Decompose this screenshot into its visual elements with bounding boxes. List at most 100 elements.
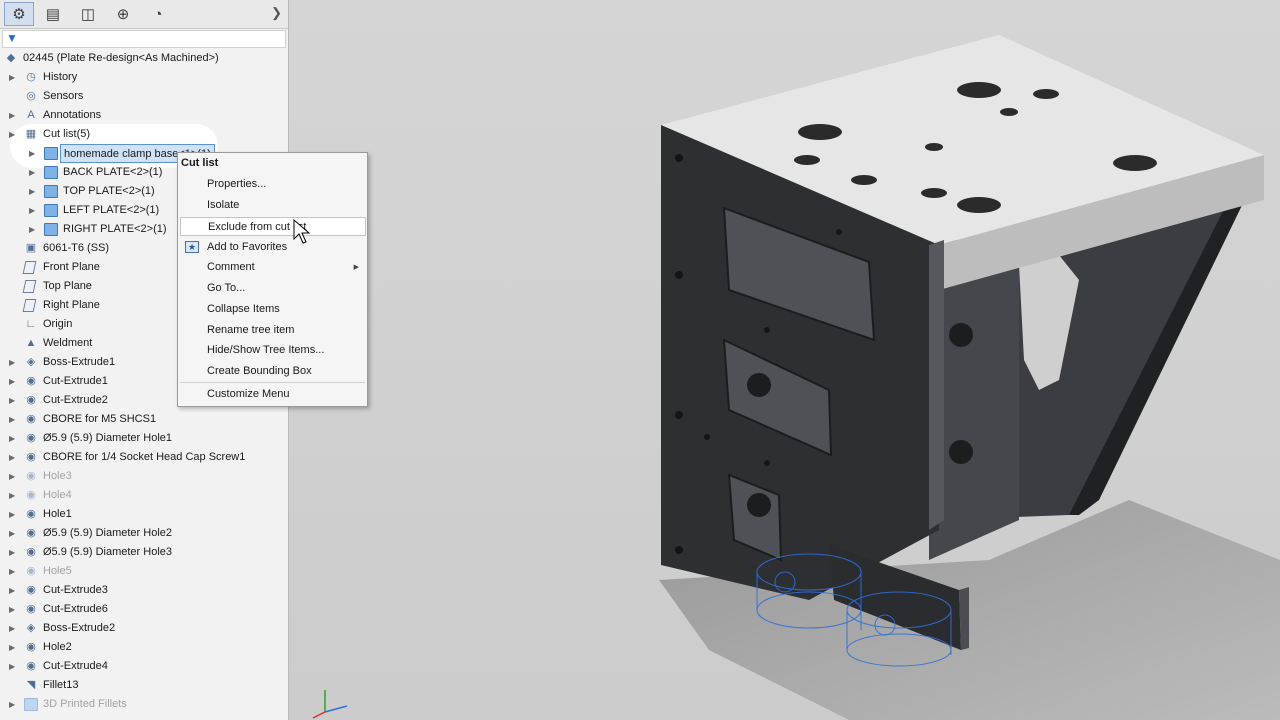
expand-arrow-icon[interactable]: ▶ <box>9 68 17 87</box>
tree-item[interactable]: ▶ ◉ Cut-Extrude3 <box>0 581 288 600</box>
expand-arrow-icon[interactable]: ▶ <box>9 467 17 486</box>
expand-arrow-icon[interactable]: ▶ <box>9 410 17 429</box>
menu-hide-show-tree-items[interactable]: Hide/Show Tree Items... <box>180 341 366 360</box>
menu-collapse-items[interactable]: Collapse Items <box>180 300 366 319</box>
tree-item-label: CBORE for 1/4 Socket Head Cap Screw1 <box>43 451 246 463</box>
expand-arrow-icon[interactable]: ▶ <box>9 600 17 619</box>
folder-icon <box>24 698 38 711</box>
tree-item-label: Cut-Extrude3 <box>43 584 108 596</box>
expand-arrow-icon[interactable]: ▶ <box>9 638 17 657</box>
history-icon: ◷ <box>26 71 36 83</box>
expand-arrow-icon[interactable]: ▶ <box>9 125 17 144</box>
side-hole <box>949 440 973 464</box>
menu-rename-tree-item[interactable]: Rename tree item <box>180 321 366 340</box>
chevron-right-icon[interactable]: ❯ <box>271 5 282 21</box>
menu-item-label: Customize Menu <box>207 388 290 400</box>
expand-arrow-icon[interactable]: ▶ <box>29 182 37 201</box>
menu-comment[interactable]: Comment ▶ <box>180 258 366 277</box>
tree-item[interactable]: ▶ ◉ Cut-Extrude4 <box>0 657 288 676</box>
menu-properties[interactable]: Properties... <box>180 175 366 194</box>
tree-item[interactable]: ▶ ◉ Ø5.9 (5.9) Diameter Hole3 <box>0 543 288 562</box>
expand-arrow-icon[interactable]: ▶ <box>9 543 17 562</box>
expand-arrow-icon[interactable]: ▶ <box>29 220 37 239</box>
extrude-icon: ◈ <box>26 356 36 368</box>
expand-arrow-icon[interactable]: ▶ <box>29 144 37 163</box>
top-hole <box>921 188 947 198</box>
expand-arrow-icon[interactable]: ▶ <box>9 505 17 524</box>
expand-arrow-icon[interactable]: ▶ <box>9 619 17 638</box>
tree-item[interactable]: ▶ ▦ Cut list(5) <box>0 125 288 144</box>
expand-arrow-icon[interactable]: ▶ <box>9 353 17 372</box>
cut-extrude-icon: ◉ <box>26 394 36 406</box>
expand-arrow-icon[interactable]: ▶ <box>9 429 17 448</box>
tree-item[interactable]: ▶ ◉ Hole5 <box>0 562 288 581</box>
menu-create-bounding-box[interactable]: Create Bounding Box <box>180 362 366 381</box>
tree-item[interactable]: ▶ ◉ Hole2 <box>0 638 288 657</box>
tree-item[interactable]: ▶ ◉ Hole3 <box>0 467 288 486</box>
sensor-icon: ◎ <box>26 90 36 102</box>
part-model[interactable] <box>289 0 1280 720</box>
tree-filter-input[interactable]: ▼ <box>2 30 286 48</box>
expand-arrow-icon[interactable]: ▶ <box>9 562 17 581</box>
tree-item-label: Boss-Extrude2 <box>43 622 116 634</box>
tree-item[interactable]: ▶ ◉ Ø5.9 (5.9) Diameter Hole1 <box>0 429 288 448</box>
cut-extrude-icon: ◉ <box>26 660 36 672</box>
tree-item-label: Cut-Extrude1 <box>43 375 108 387</box>
menu-go-to[interactable]: Go To... <box>180 279 366 298</box>
expand-arrow-icon[interactable]: ▶ <box>9 391 17 410</box>
tree-item-label: RIGHT PLATE<2>(1) <box>63 223 167 235</box>
menu-add-to-favorites[interactable]: ★ Add to Favorites <box>180 238 366 257</box>
property-manager-icon[interactable]: ▤ <box>38 2 68 26</box>
feature-manager-icon[interactable]: ⚙ <box>4 2 34 26</box>
tree-item[interactable]: ◎ Sensors <box>0 87 288 106</box>
small-hole <box>704 434 710 440</box>
tree-root[interactable]: ◆ 02445 (Plate Re-design<As Machined>) <box>0 49 288 68</box>
plane-icon <box>22 261 37 274</box>
graphics-viewport[interactable] <box>289 0 1280 720</box>
expand-arrow-icon[interactable]: ▶ <box>9 372 17 391</box>
tree-item[interactable]: ▶ ◉ CBORE for M5 SHCS1 <box>0 410 288 429</box>
menu-item-label: Comment <box>207 261 255 273</box>
tree-item-label: LEFT PLATE<2>(1) <box>63 204 160 216</box>
tree-item[interactable]: ▶ A Annotations <box>0 106 288 125</box>
top-hole <box>957 197 1001 213</box>
menu-exclude-from-cut-list[interactable]: Exclude from cut list <box>180 217 366 236</box>
expand-arrow-icon[interactable]: ▶ <box>9 524 17 543</box>
expand-arrow-icon[interactable]: ▶ <box>9 657 17 676</box>
dimxpert-icon[interactable]: ⊕ <box>108 2 138 26</box>
tree-item[interactable]: ▶ ◉ Hole1 <box>0 505 288 524</box>
tree-item-label: Ø5.9 (5.9) Diameter Hole1 <box>43 432 172 444</box>
configuration-manager-icon[interactable]: ◫ <box>73 2 103 26</box>
small-hole <box>675 271 683 279</box>
tree-item[interactable]: ▶ ◷ History <box>0 68 288 87</box>
menu-customize-menu[interactable]: Customize Menu <box>180 385 366 404</box>
tree-item[interactable]: ▶ ◉ Ø5.9 (5.9) Diameter Hole2 <box>0 524 288 543</box>
tree-item-label: Hole2 <box>43 641 72 653</box>
tree-item[interactable]: ▶ ◉ Hole4 <box>0 486 288 505</box>
menu-item-label: Properties... <box>207 178 267 190</box>
front-plate-edge <box>929 240 944 530</box>
tree-item[interactable]: ▶ 3D Printed Fillets <box>0 695 288 714</box>
tree-item[interactable]: ▶ ◈ Boss-Extrude2 <box>0 619 288 638</box>
display-manager-icon[interactable]: ◔ <box>143 2 173 26</box>
menu-separator <box>180 382 365 383</box>
folder-icon <box>44 166 58 179</box>
tree-item-label: Fillet13 <box>43 679 79 691</box>
tree-item[interactable]: ▶ ◉ Cut-Extrude6 <box>0 600 288 619</box>
hole-icon: ◉ <box>26 470 36 482</box>
expand-arrow-icon[interactable]: ▶ <box>9 106 17 125</box>
expand-arrow-icon[interactable]: ▶ <box>29 201 37 220</box>
expand-arrow-icon[interactable]: ▶ <box>9 448 17 467</box>
expand-arrow-icon[interactable]: ▶ <box>9 695 17 714</box>
expand-arrow-icon[interactable]: ▶ <box>9 581 17 600</box>
expand-arrow-icon[interactable]: ▶ <box>29 163 37 182</box>
expand-arrow-icon[interactable]: ▶ <box>9 486 17 505</box>
tree-item-label: Sensors <box>43 90 84 102</box>
tree-item-label: Hole5 <box>43 565 72 577</box>
tree-item[interactable]: ▶ ◉ CBORE for 1/4 Socket Head Cap Screw1 <box>0 448 288 467</box>
tree-item-label: Ø5.9 (5.9) Diameter Hole2 <box>43 527 172 539</box>
part-icon: ◆ <box>6 52 16 64</box>
menu-isolate[interactable]: Isolate <box>180 196 366 215</box>
fillet-icon: ◥ <box>26 679 36 691</box>
tree-item[interactable]: ◥ Fillet13 <box>0 676 288 695</box>
